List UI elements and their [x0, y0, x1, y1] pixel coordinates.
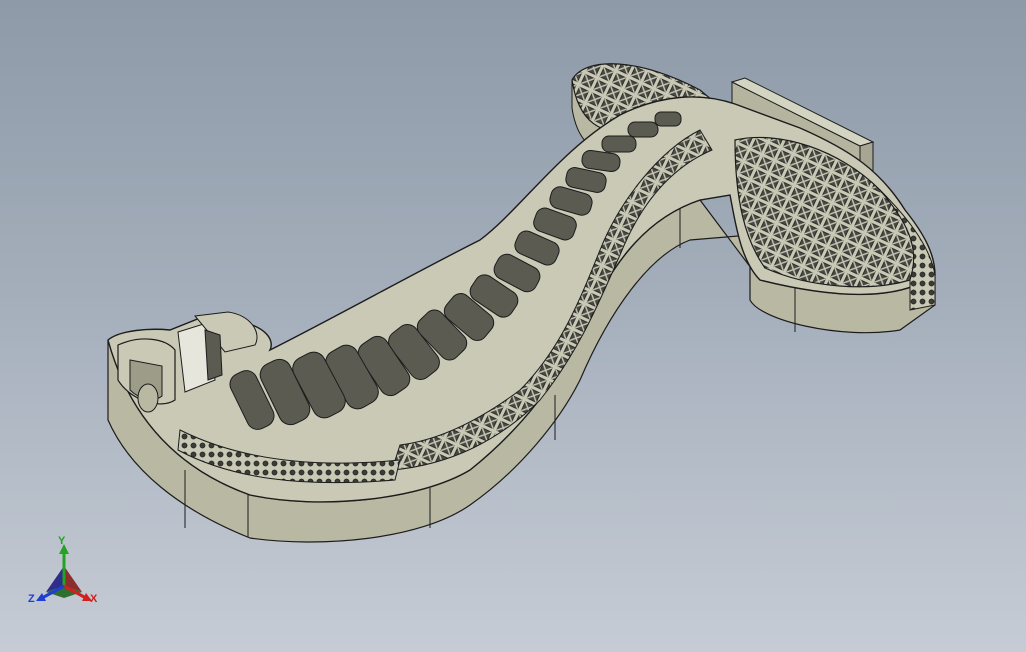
orientation-triad[interactable]: Y X Z	[24, 536, 108, 616]
triad-z-label: Z	[28, 593, 35, 605]
3d-model-view[interactable]	[0, 0, 1026, 652]
triad-y-label: Y	[58, 535, 66, 547]
graphics-viewport[interactable]: Y X Z	[0, 0, 1026, 652]
triad-x-label: X	[90, 593, 98, 605]
